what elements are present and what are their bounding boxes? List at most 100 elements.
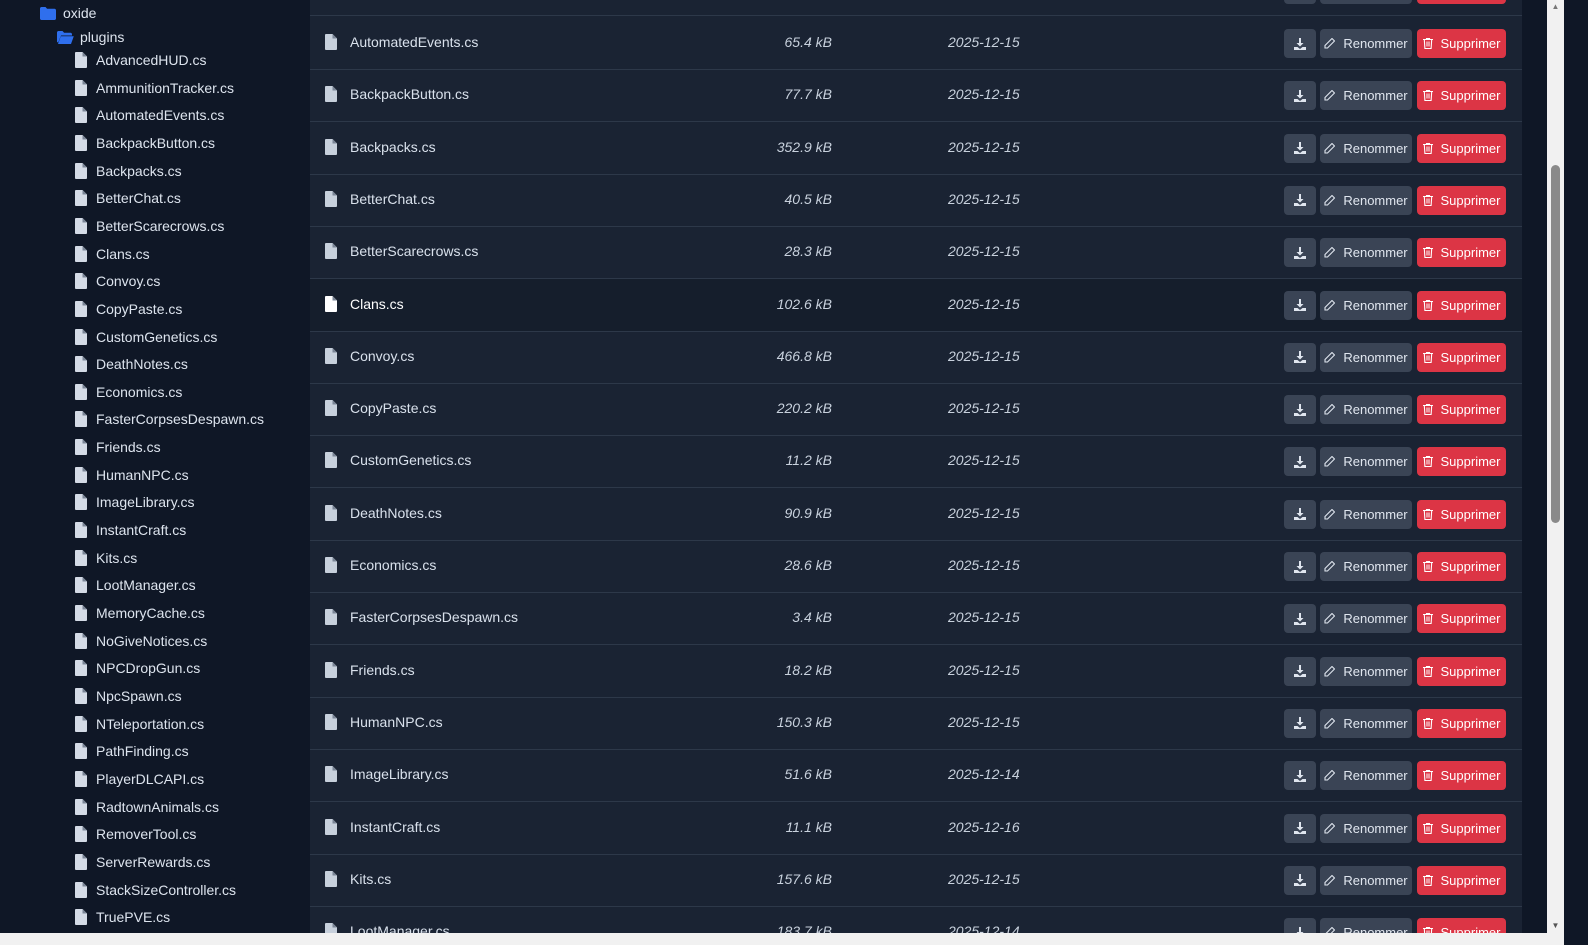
download-button[interactable] xyxy=(1284,604,1316,634)
download-button[interactable] xyxy=(1284,342,1316,372)
table-row[interactable]: AutomatedEvents.cs 65.4 kB 2025-12-15 Renom… xyxy=(310,17,1522,70)
tree-file-item[interactable]: Convoy.cs xyxy=(72,269,160,293)
tree-file-item[interactable]: BetterChat.cs xyxy=(72,186,181,210)
rename-button[interactable]: Renommer xyxy=(1320,290,1412,320)
delete-button[interactable]: Supprimer xyxy=(1417,185,1506,215)
rename-button[interactable]: Renommer xyxy=(1320,395,1412,425)
rename-button[interactable]: Renommer xyxy=(1320,133,1412,163)
tree-file-item[interactable]: ImageLibrary.cs xyxy=(72,490,195,514)
delete-button[interactable]: Supprimer xyxy=(1417,447,1506,477)
delete-button[interactable]: Supprimer xyxy=(1417,0,1506,4)
delete-button[interactable]: Supprimer xyxy=(1417,81,1506,111)
tree-file-item[interactable]: PathFinding.cs xyxy=(72,739,189,763)
download-button[interactable] xyxy=(1284,708,1316,738)
table-row[interactable]: Convoy.cs 466.8 kB 2025-12-15 Renommer Suppr… xyxy=(310,331,1522,384)
tree-file-item[interactable]: BetterScarecrows.cs xyxy=(72,214,224,238)
delete-button[interactable]: Supprimer xyxy=(1417,656,1506,686)
delete-button[interactable]: Supprimer xyxy=(1417,604,1506,634)
rename-button[interactable]: Renommer xyxy=(1320,499,1412,529)
file-name[interactable]: Kits.cs xyxy=(350,871,391,887)
delete-button[interactable]: Supprimer xyxy=(1417,499,1506,529)
delete-button[interactable]: Supprimer xyxy=(1417,813,1506,843)
file-name[interactable]: DeathNotes.cs xyxy=(350,505,442,521)
tree-folder-plugins[interactable]: plugins xyxy=(56,25,124,49)
tree-file-item[interactable]: BackpackButton.cs xyxy=(72,131,215,155)
vertical-scrollbar[interactable]: ▲ ▼ xyxy=(1547,0,1564,945)
table-row[interactable]: Economics.cs 28.6 kB 2025-12-15 Renommer Sup… xyxy=(310,540,1522,593)
table-row[interactable]: InstantCraft.cs 11.1 kB 2025-12-16 Renommer… xyxy=(310,802,1522,855)
delete-button[interactable]: Supprimer xyxy=(1417,342,1506,372)
tree-file-item[interactable]: TruePVE.cs xyxy=(72,905,170,929)
table-row[interactable]: Kits.cs 157.6 kB 2025-12-15 Renommer Supprim… xyxy=(310,854,1522,907)
tree-file-item[interactable]: InstantCraft.cs xyxy=(72,518,186,542)
table-row[interactable]: CustomGenetics.cs 11.2 kB 2025-12-15 Renomm… xyxy=(310,435,1522,489)
delete-button[interactable]: Supprimer xyxy=(1417,290,1506,320)
file-name[interactable]: CustomGenetics.cs xyxy=(350,452,471,468)
table-row[interactable]: Backpacks.cs 352.9 kB 2025-12-15 Renommer Su… xyxy=(310,122,1522,175)
tree-file-item[interactable]: Economics.cs xyxy=(72,380,182,404)
rename-button[interactable]: Renommer xyxy=(1320,29,1412,58)
rename-button[interactable]: Renommer xyxy=(1320,552,1412,581)
download-button[interactable] xyxy=(1284,499,1316,529)
tree-file-item[interactable]: RemoverTool.cs xyxy=(72,822,196,846)
tree-file-item[interactable]: NpcSpawn.cs xyxy=(72,684,182,708)
download-button[interactable] xyxy=(1284,865,1316,895)
delete-button[interactable]: Supprimer xyxy=(1417,238,1506,268)
tree-file-item[interactable]: NoGiveNotices.cs xyxy=(72,629,207,653)
table-row[interactable]: BackpackButton.cs 77.7 kB 2025-12-15 Renomm… xyxy=(310,69,1522,123)
table-row[interactable]: ImageLibrary.cs 51.6 kB 2025-12-14 Renommer… xyxy=(310,749,1522,803)
tree-file-item[interactable]: FasterCorpsesDespawn.cs xyxy=(72,407,264,431)
file-name[interactable]: Clans.cs xyxy=(350,296,404,312)
download-button[interactable] xyxy=(1284,447,1316,477)
file-name[interactable]: Friends.cs xyxy=(350,662,415,678)
download-button[interactable] xyxy=(1284,29,1316,58)
rename-button[interactable]: Renommer xyxy=(1320,342,1412,372)
tree-file-item[interactable]: CustomGenetics.cs xyxy=(72,325,217,349)
tree-file-item[interactable]: MemoryCache.cs xyxy=(72,601,205,625)
delete-button[interactable]: Supprimer xyxy=(1417,29,1506,58)
rename-button[interactable]: Renommer xyxy=(1320,865,1412,895)
file-name[interactable]: Economics.cs xyxy=(350,557,436,573)
tree-file-item[interactable]: AdvancedHUD.cs xyxy=(72,48,207,72)
download-button[interactable] xyxy=(1284,813,1316,843)
tree-file-item[interactable]: HumanNPC.cs xyxy=(72,463,189,487)
rename-button[interactable]: Renommer xyxy=(1320,0,1412,4)
horizontal-scrollbar[interactable] xyxy=(0,933,1564,945)
download-button[interactable] xyxy=(1284,656,1316,686)
rename-button[interactable]: Renommer xyxy=(1320,604,1412,634)
tree-file-item[interactable]: Friends.cs xyxy=(72,435,161,459)
rename-button[interactable]: Renommer xyxy=(1320,238,1412,268)
tree-file-item[interactable]: NPCDropGun.cs xyxy=(72,656,200,680)
tree-file-item[interactable]: PlayerDLCAPI.cs xyxy=(72,767,204,791)
tree-folder-oxide[interactable]: oxide xyxy=(39,1,96,25)
table-row[interactable]: Clans.cs 102.6 kB 2025-12-15 Renommer Suppri… xyxy=(310,278,1522,332)
file-name[interactable]: CopyPaste.cs xyxy=(350,400,436,416)
tree-file-item[interactable]: Clans.cs xyxy=(72,242,150,266)
file-name[interactable]: BetterChat.cs xyxy=(350,191,435,207)
tree-file-item[interactable]: AutomatedEvents.cs xyxy=(72,103,224,127)
download-button[interactable] xyxy=(1284,761,1316,791)
tree-file-item[interactable]: Backpacks.cs xyxy=(72,159,182,183)
table-row[interactable]: BetterScarecrows.cs 28.3 kB 2025-12-15 Reno… xyxy=(310,226,1522,280)
table-row[interactable]: BetterChat.cs 40.5 kB 2025-12-15 Renommer Su… xyxy=(310,174,1522,227)
tree-file-item[interactable]: RadtownAnimals.cs xyxy=(72,795,219,819)
delete-button[interactable]: Supprimer xyxy=(1417,133,1506,163)
rename-button[interactable]: Renommer xyxy=(1320,447,1412,477)
rename-button[interactable]: Renommer xyxy=(1320,185,1412,215)
file-name[interactable]: Convoy.cs xyxy=(350,348,414,364)
scroll-thumb[interactable] xyxy=(1551,165,1560,523)
tree-file-item[interactable]: DeathNotes.cs xyxy=(72,352,188,376)
download-button[interactable] xyxy=(1284,0,1316,4)
download-button[interactable] xyxy=(1284,552,1316,581)
file-name[interactable]: HumanNPC.cs xyxy=(350,714,443,730)
tree-file-item[interactable]: AmmunitionTracker.cs xyxy=(72,76,234,100)
rename-button[interactable]: Renommer xyxy=(1320,761,1412,791)
tree-file-item[interactable]: ServerRewards.cs xyxy=(72,850,210,874)
delete-button[interactable]: Supprimer xyxy=(1417,708,1506,738)
file-name[interactable]: BetterScarecrows.cs xyxy=(350,243,478,259)
table-row[interactable]: Friends.cs 18.2 kB 2025-12-15 Renommer Suppr… xyxy=(310,645,1522,698)
tree-file-item[interactable]: NTeleportation.cs xyxy=(72,712,204,736)
download-button[interactable] xyxy=(1284,185,1316,215)
delete-button[interactable]: Supprimer xyxy=(1417,395,1506,425)
download-button[interactable] xyxy=(1284,290,1316,320)
